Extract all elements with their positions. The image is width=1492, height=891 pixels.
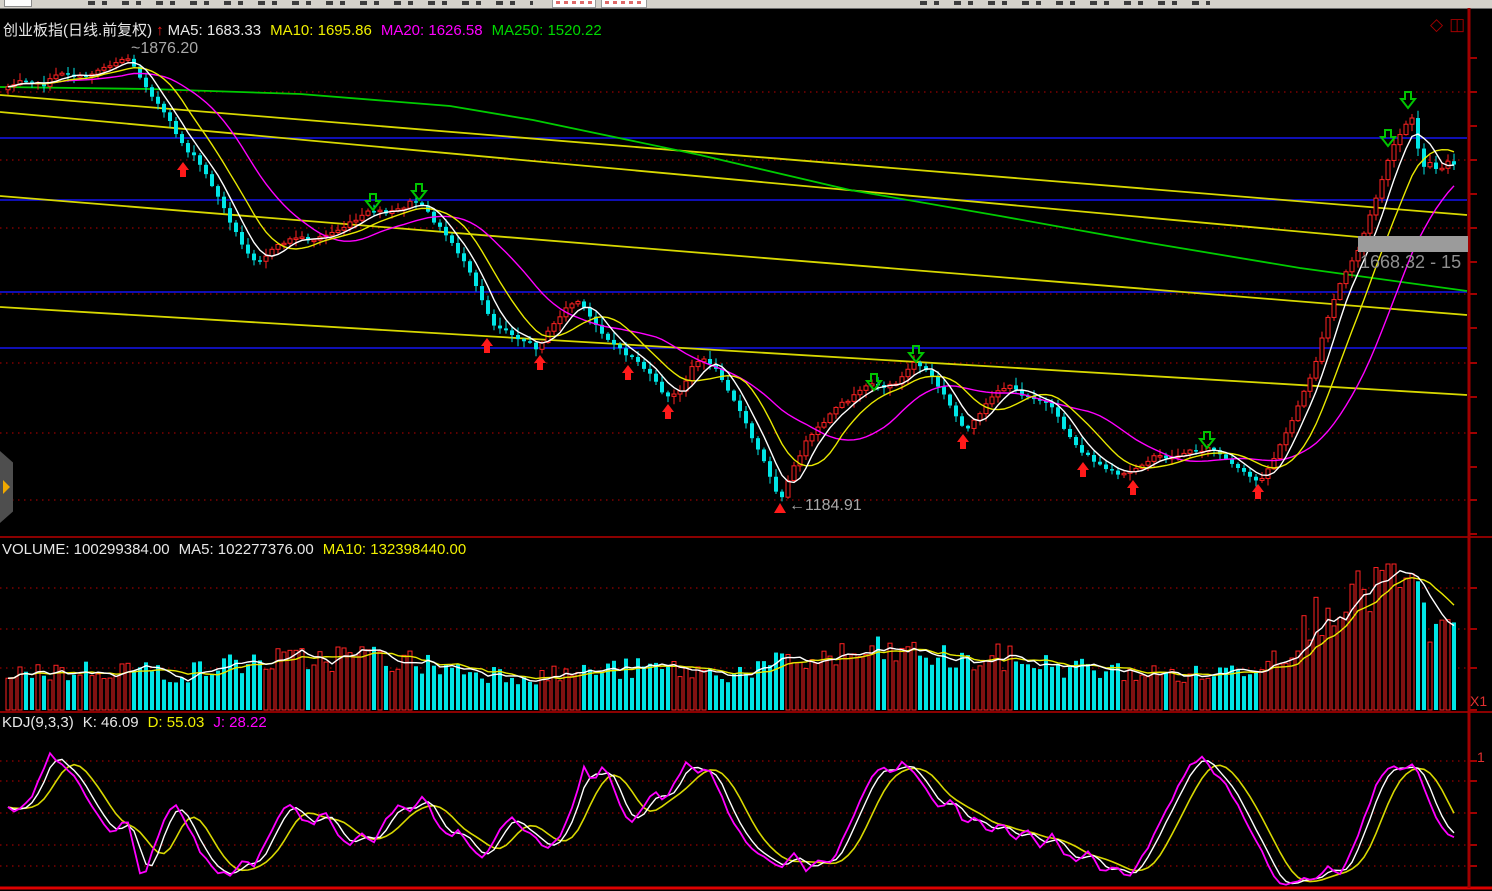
ma20-line [8,73,1454,461]
ma250-value: MA250: 1520.22 [492,22,602,39]
volume-bars [6,564,1456,710]
trading-terminal-window: 创业板指(日线.前复权)↑MA5: 1683.33 MA10: 1695.86 MA… [0,0,1492,891]
volume-value: VOLUME: 100299384.00 [2,541,170,558]
volume-scale-label: X1 [1470,693,1487,709]
kdj-j-value: J: 28.22 [213,714,266,731]
trendlines [0,95,1467,395]
up-arrow-icon: ↑ [156,22,164,39]
last-price-highlight-band [1358,236,1468,252]
last-price-label: 1668.32 - 15 [1360,252,1490,273]
diamond-icon[interactable]: ◇ [1430,15,1443,34]
split-window-icon[interactable]: ◫ [1449,15,1465,34]
main-pane-header: 创业板指(日线.前复权)↑MA5: 1683.33 MA10: 1695.86 MA… [3,19,611,40]
ma20-value: MA20: 1626.58 [381,22,483,39]
kdj-d-line [8,765,1454,882]
ma5-line [8,63,1454,483]
ma10-value: MA10: 1695.86 [270,22,372,39]
volume-pane-header: VOLUME: 100299384.00 MA5: 102277376.00 MA1… [2,541,475,558]
kdj-k-value: K: 46.09 [83,714,139,731]
axes [0,8,1492,888]
kdj-pane-header: KDJ(9,3,3) K: 46.09 D: 55.03 J: 28.22 [2,714,276,731]
kdj-d-value: D: 55.03 [148,714,205,731]
volume-ma10-value: MA10: 132398440.00 [323,541,466,558]
price-chart-canvas[interactable] [0,0,1492,891]
ma5-value: MA5: 1683.33 [168,22,261,39]
sidebar-expand-handle[interactable] [0,451,13,523]
marked-high-label: ~1876.20 [131,40,198,58]
ma10-line [8,68,1454,468]
volume-ma5-value: MA5: 102277376.00 [179,541,314,558]
expand-arrow-icon [3,480,10,494]
gridlines [0,92,1467,866]
kdj-j-line [8,753,1454,885]
pane-controls: ◇◫ [1424,15,1465,35]
signal-arrows [177,92,1415,513]
kdj-scale-label: 1 [1477,749,1485,765]
symbol-title: 创业板指(日线.前复权) [3,22,152,39]
marked-low-label: ←1184.91 [789,497,862,515]
kdj-name: KDJ(9,3,3) [2,714,74,731]
